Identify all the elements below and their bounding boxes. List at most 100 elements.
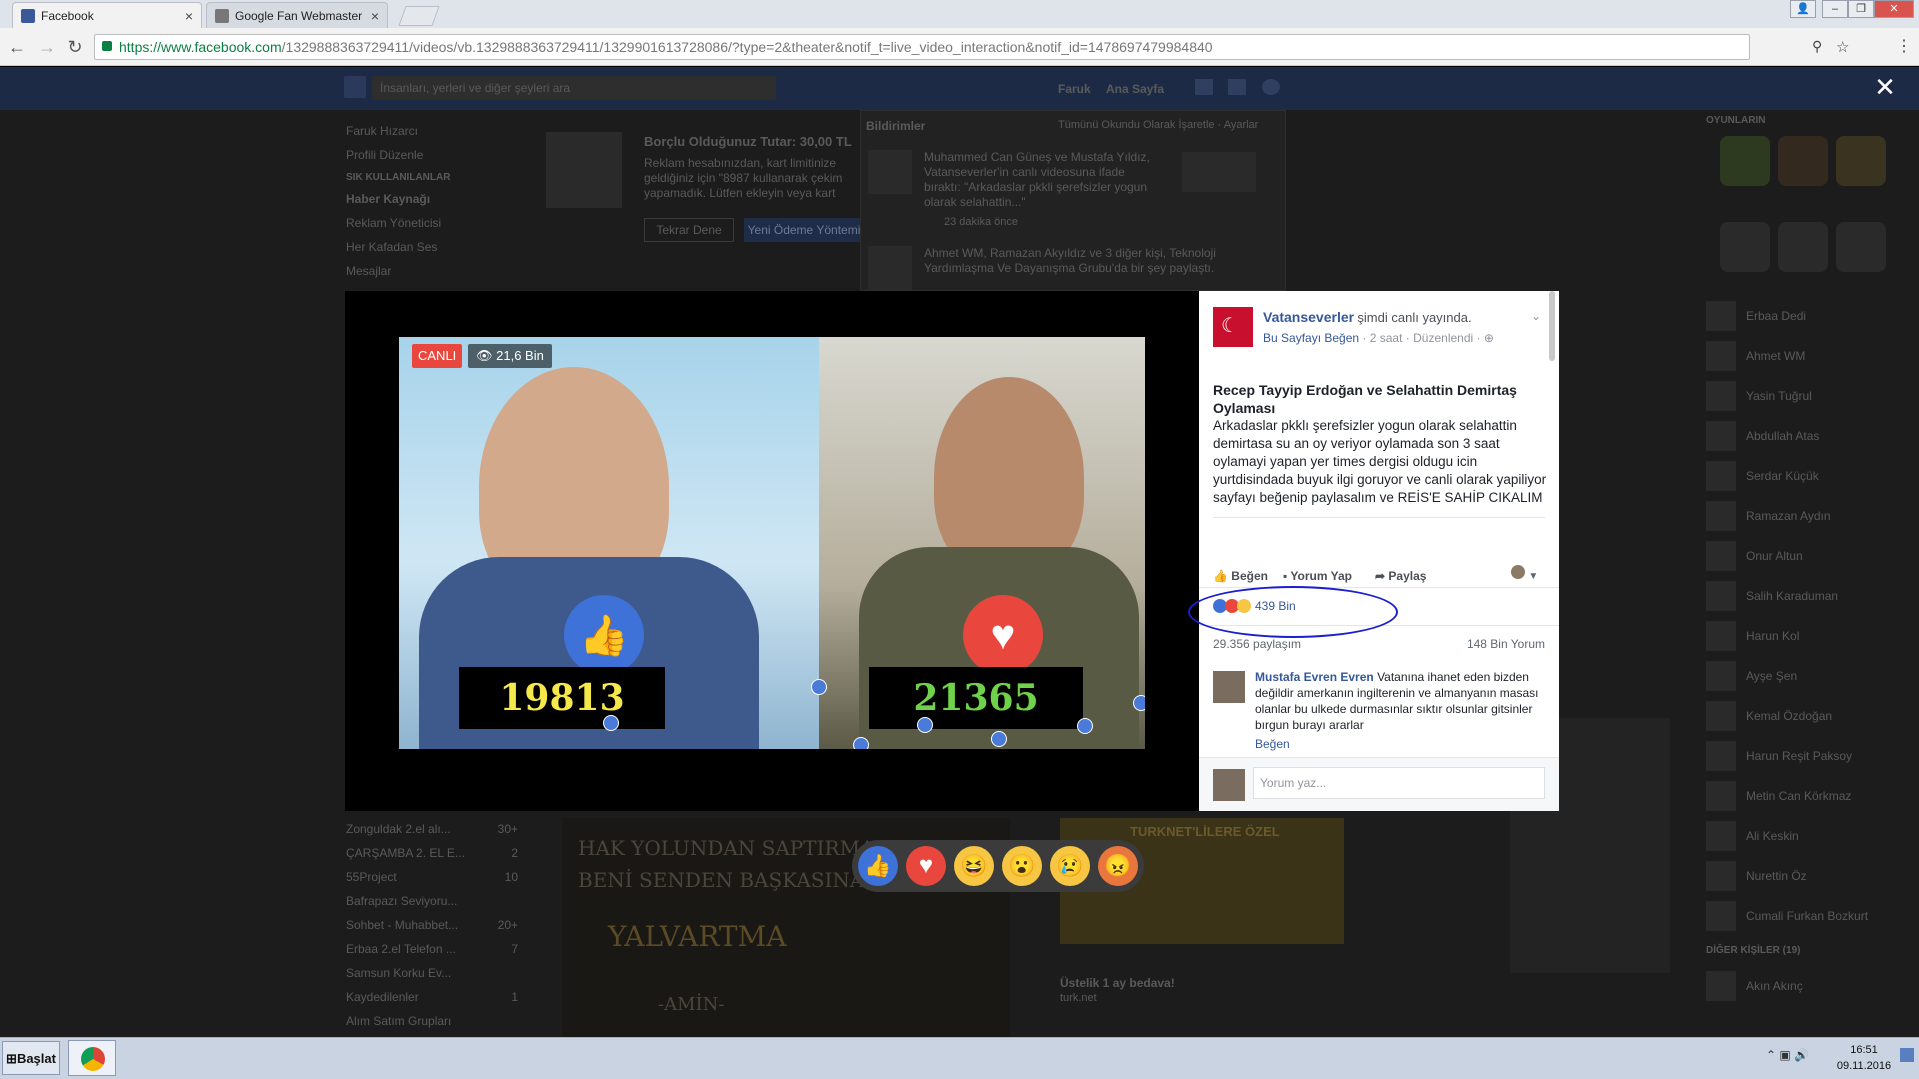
minimize-button[interactable]: –	[1822, 0, 1848, 18]
bookmark-star-icon[interactable]: ☆	[1836, 38, 1849, 56]
tray-icons[interactable]: ⌃ ▣ 🔊	[1766, 1048, 1809, 1062]
friend-requests-icon[interactable]	[1195, 79, 1213, 95]
tab-google-forum[interactable]: Google Fan Webmaster For ×	[206, 2, 388, 28]
like-page-link[interactable]: Bu Sayfayı Beğen	[1263, 331, 1359, 345]
group-item[interactable]: Kaydedilenler 1	[346, 990, 518, 1014]
messages-icon[interactable]	[1228, 79, 1246, 95]
wow-icon[interactable]: 😮	[1002, 846, 1042, 886]
tab-close-icon[interactable]: ×	[185, 8, 193, 24]
tab-facebook[interactable]: Facebook ×	[12, 2, 202, 28]
restore-button[interactable]: ❐	[1848, 0, 1874, 18]
chat-contact[interactable]: Abdullah Atas	[1706, 416, 1906, 456]
fb-home-link[interactable]: Ana Sayfa	[1106, 82, 1164, 96]
left-nav-item[interactable]: Faruk Hızarcı	[346, 124, 546, 148]
window-close-button[interactable]: ✕	[1874, 0, 1914, 18]
profile-icon[interactable]: 👤	[1790, 0, 1816, 18]
game-tile[interactable]	[1778, 222, 1828, 272]
tab-label: Google Fan Webmaster For	[235, 8, 365, 23]
haha-icon[interactable]: 😆	[954, 846, 994, 886]
left-nav-item[interactable]: Her Kafadan Ses	[346, 240, 546, 264]
comment-like-link[interactable]: Beğen	[1255, 737, 1290, 751]
tab-close-icon[interactable]: ×	[371, 8, 379, 24]
group-item[interactable]: 55Project 10	[346, 870, 518, 894]
chat-contact[interactable]: Salih Karaduman	[1706, 576, 1906, 616]
reload-icon[interactable]: ↻	[64, 36, 86, 58]
ad-retry-button[interactable]: Tekrar Dene	[644, 218, 734, 242]
group-item[interactable]: Alım Satım Grupları	[346, 1014, 518, 1038]
page-name[interactable]: Vatanseverler	[1263, 309, 1354, 325]
location-pin-icon[interactable]: ⚲	[1812, 38, 1822, 55]
chat-contact[interactable]: Erbaa Dedi	[1706, 296, 1906, 336]
chat-contact[interactable]: Ali Keskin	[1706, 816, 1906, 856]
fb-user-name[interactable]: Faruk	[1058, 82, 1091, 96]
page-avatar[interactable]: ☾	[1213, 307, 1253, 347]
love-icon[interactable]: ♥	[906, 846, 946, 886]
show-desktop-icon[interactable]	[1900, 1048, 1914, 1062]
commenter-name[interactable]: Mustafa Evren Evren	[1255, 670, 1374, 684]
live-video[interactable]: 👍 19813 ♥ 21365	[399, 337, 1145, 749]
facebook-logo-icon[interactable]	[344, 76, 366, 98]
left-nav-item[interactable]: Haber Kaynağı	[346, 192, 546, 216]
chat-list: Erbaa Dedi Ahmet WM Yasin Tuğrul Abdulla…	[1706, 296, 1906, 1006]
chat-contact[interactable]: Cumali Furkan Bozkurt	[1706, 896, 1906, 936]
notification-item[interactable]: Muhammed Can Güneş ve Mustafa Yıldız, Va…	[924, 150, 1154, 210]
menu-icon[interactable]: ⋮	[1896, 36, 1912, 56]
like-button[interactable]: 👍 Beğen	[1213, 569, 1268, 583]
game-tile[interactable]	[1778, 136, 1828, 186]
close-lightbox-icon[interactable]: ✕	[1873, 74, 1897, 100]
chat-contact[interactable]: Ahmet WM	[1706, 336, 1906, 376]
ad-new-payment-button[interactable]: Yeni Ödeme Yöntemi	[744, 218, 864, 242]
left-nav-item[interactable]: Reklam Yöneticisi	[346, 216, 546, 240]
chat-contact[interactable]: Yasin Tuğrul	[1706, 376, 1906, 416]
actor-selector[interactable]: ▼	[1511, 565, 1541, 583]
group-item[interactable]: Zonguldak 2.el alı... 30+	[346, 822, 518, 846]
group-item[interactable]: Samsun Korku Ev...	[346, 966, 518, 990]
like-icon[interactable]: 👍	[858, 846, 898, 886]
fb-search-input[interactable]: İnsanları, yerleri ve diğer şeyleri ara	[372, 76, 776, 100]
comment-button[interactable]: ▪ Yorum Yap	[1283, 569, 1352, 583]
chat-contact[interactable]: Akın Akınç	[1706, 966, 1906, 1006]
notifications-mark-read[interactable]: Tümünü Okundu Olarak İşaretle · Ayarlar	[1058, 119, 1258, 131]
chat-contact[interactable]: Onur Altun	[1706, 536, 1906, 576]
post-edited[interactable]: Düzenlendi	[1413, 331, 1473, 345]
game-tile[interactable]	[1720, 136, 1770, 186]
new-tab-button[interactable]	[398, 6, 440, 26]
chat-contact[interactable]: Ramazan Aydın	[1706, 496, 1906, 536]
comment-input[interactable]: Yorum yaz...	[1253, 767, 1545, 799]
comment-count[interactable]: 148 Bin Yorum	[1449, 637, 1545, 651]
commenter-avatar[interactable]	[1213, 671, 1245, 703]
system-clock[interactable]: 16:51 09.11.2016	[1834, 1042, 1894, 1076]
left-nav-item[interactable]: Profili Düzenle	[346, 148, 546, 172]
game-tile[interactable]	[1836, 136, 1886, 186]
forward-icon[interactable]: →	[36, 36, 58, 58]
address-bar[interactable]: https://www.facebook.com/132988836372941…	[94, 34, 1750, 60]
banner-domain[interactable]: turk.net	[1060, 992, 1097, 1004]
sad-icon[interactable]: 😢	[1050, 846, 1090, 886]
back-icon[interactable]: ←	[6, 36, 28, 58]
post-time[interactable]: 2 saat	[1370, 331, 1403, 345]
chat-contact[interactable]: Harun Reşit Paksoy	[1706, 736, 1906, 776]
chat-contact[interactable]: Kemal Özdoğan	[1706, 696, 1906, 736]
share-button[interactable]: ➦ Paylaş	[1375, 569, 1426, 583]
notifications-globe-icon[interactable]	[1262, 79, 1280, 95]
chat-contact[interactable]: Nurettin Öz	[1706, 856, 1906, 896]
scrollbar[interactable]	[1549, 291, 1555, 361]
post-panel: ☾ Vatanseverler şimdi canlı yayında. Bu …	[1199, 291, 1559, 811]
group-item[interactable]: Sohbet - Muhabbet... 20+	[346, 918, 518, 942]
game-tile[interactable]	[1720, 222, 1770, 272]
chat-contact[interactable]: Harun Kol	[1706, 616, 1906, 656]
chat-contact[interactable]: Metin Can Körkmaz	[1706, 776, 1906, 816]
start-button[interactable]: ⊞Başlat	[2, 1041, 60, 1075]
group-item[interactable]: Erbaa 2.el Telefon ... 7	[346, 942, 518, 966]
game-tile[interactable]	[1836, 222, 1886, 272]
chrome-taskbar-button[interactable]	[68, 1040, 116, 1076]
chevron-down-icon[interactable]: ⌄	[1531, 309, 1541, 323]
group-item[interactable]: Bafrapazı Seviyoru...	[346, 894, 518, 918]
notification-item[interactable]: Ahmet WM, Ramazan Akyıldız ve 3 diğer ki…	[924, 246, 1234, 278]
chat-contact[interactable]: Serdar Küçük	[1706, 456, 1906, 496]
left-nav-item[interactable]: Mesajlar	[346, 264, 546, 288]
chat-contact[interactable]: Ayşe Şen	[1706, 656, 1906, 696]
group-item[interactable]: ÇARŞAMBA 2. EL E... 2	[346, 846, 518, 870]
angry-icon[interactable]: 😠	[1098, 846, 1138, 886]
share-count[interactable]: 29.356 paylaşım	[1213, 637, 1301, 651]
